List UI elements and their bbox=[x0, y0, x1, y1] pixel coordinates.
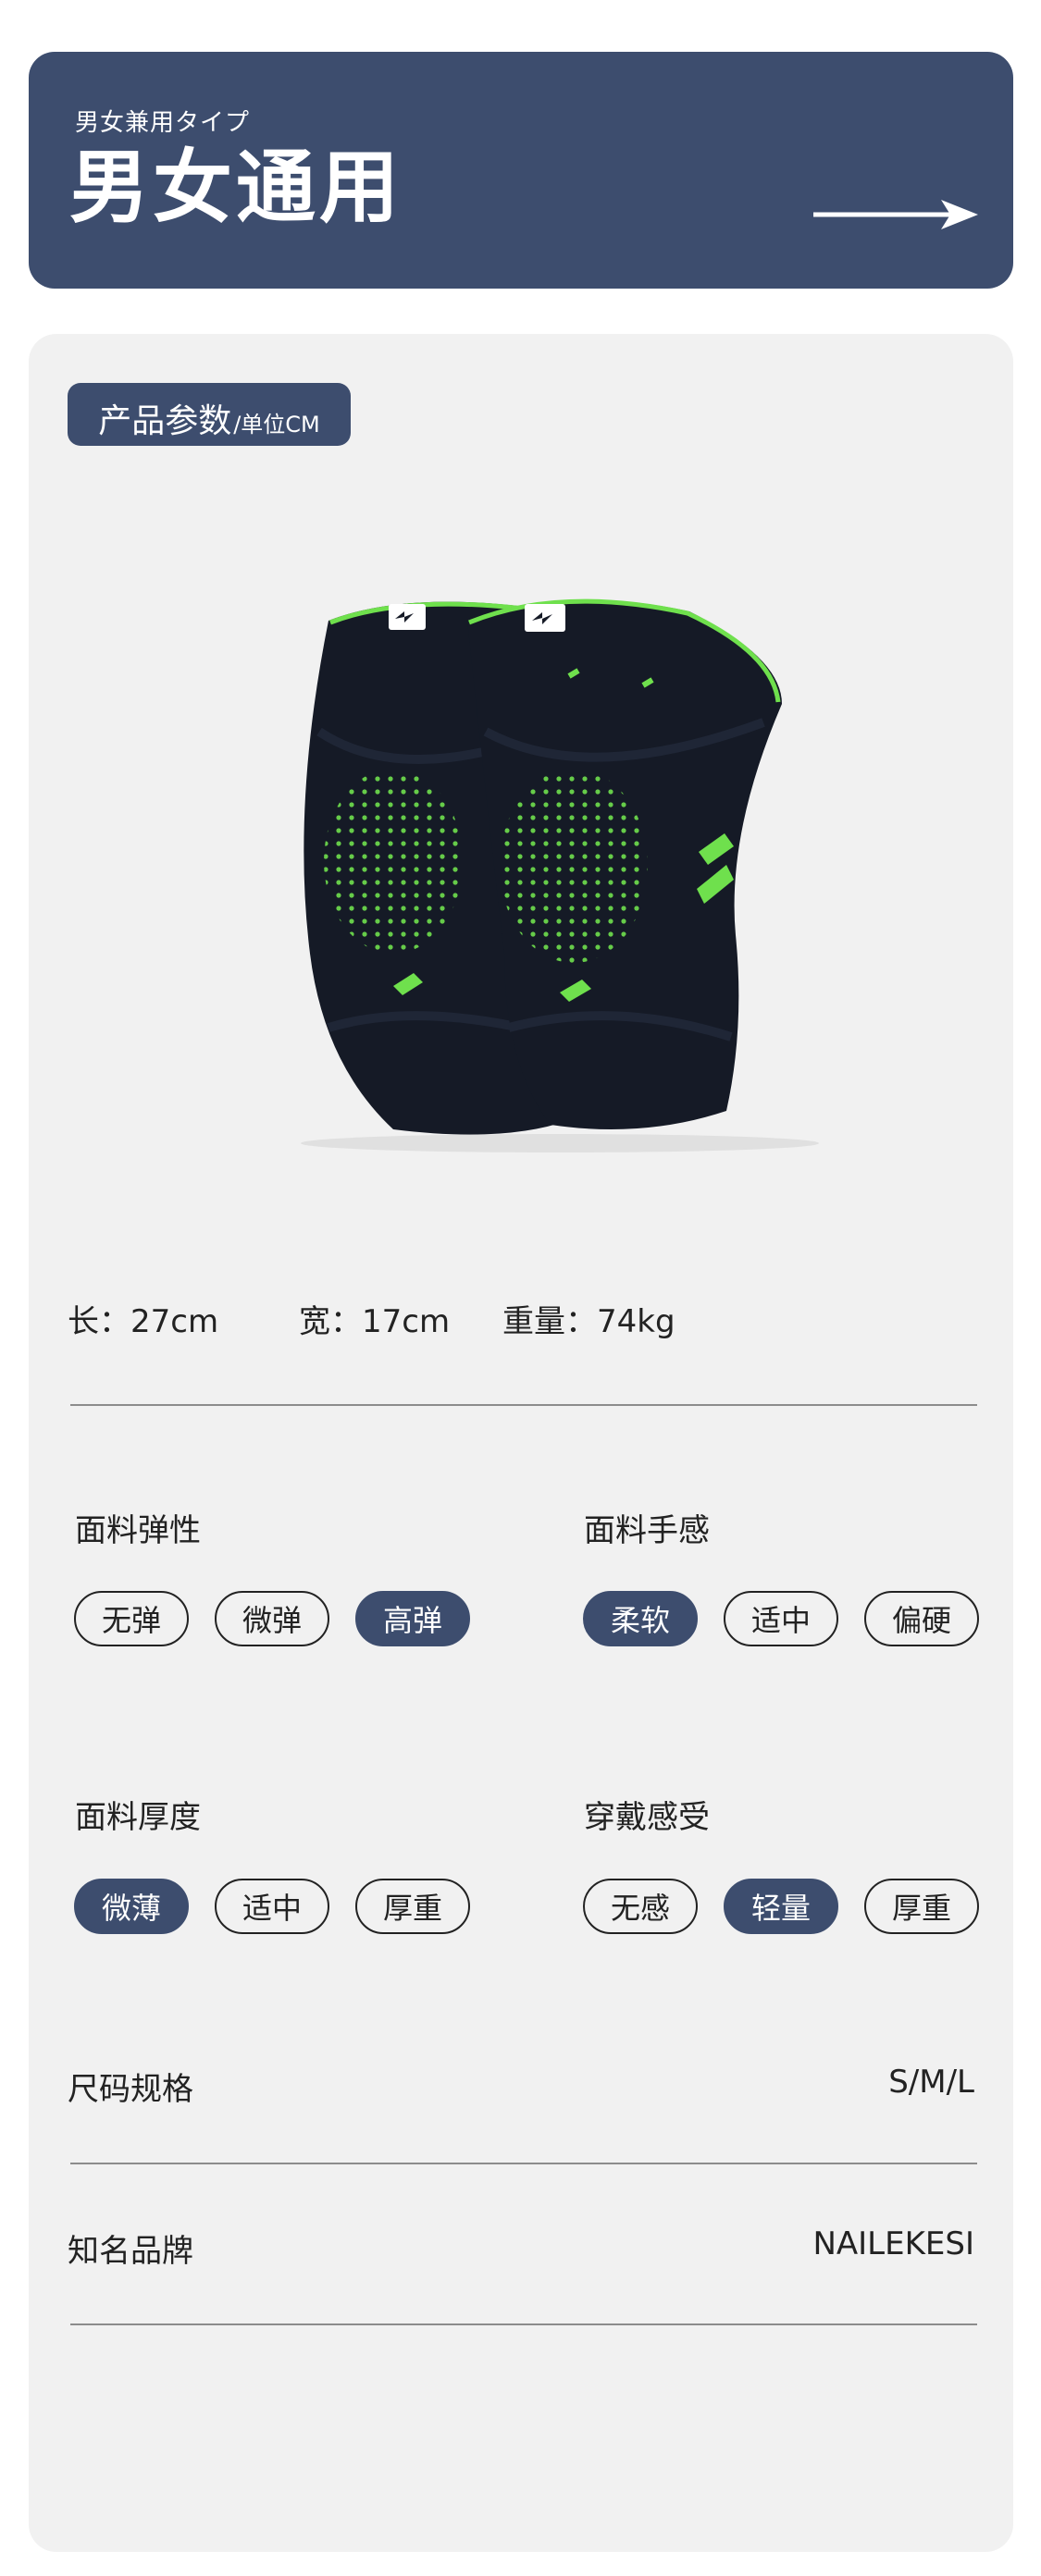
attr-title-wearing: 穿戴感受 bbox=[584, 1799, 710, 1836]
params-heading: 产品参数 /单位CM bbox=[68, 383, 351, 446]
spec-value-size: S/M/L bbox=[888, 2064, 974, 2101]
divider bbox=[70, 1404, 977, 1406]
banner-subtitle: 男女兼用タイプ bbox=[75, 109, 251, 137]
attr-title-feel: 面料手感 bbox=[584, 1512, 710, 1549]
chip-elasticity-none: 无弹 bbox=[74, 1591, 189, 1646]
chip-thickness-heavy: 厚重 bbox=[355, 1879, 470, 1934]
knee-brace-image bbox=[301, 598, 819, 1152]
dimensions-row: 长：27cm 宽：17cm 重量：74kg bbox=[68, 1296, 974, 1342]
banner-title: 男女通用 bbox=[69, 142, 403, 234]
spec-label-brand: 知名品牌 bbox=[68, 2233, 193, 2270]
chip-feel-hard: 偏硬 bbox=[864, 1591, 979, 1646]
dimension-length: 长：27cm bbox=[68, 1303, 219, 1340]
chip-thickness-medium: 适中 bbox=[215, 1879, 329, 1934]
spec-value-brand: NAILEKESI bbox=[812, 2225, 974, 2262]
divider bbox=[70, 2163, 977, 2164]
chip-wearing-none: 无感 bbox=[583, 1879, 698, 1934]
chip-thickness-thin: 微薄 bbox=[74, 1879, 189, 1934]
product-params-card: 产品参数 /单位CM 长：27cm 宽：17cm 重量：74kg 面料弹性 无弹… bbox=[29, 334, 1013, 2552]
chip-elasticity-high: 高弹 bbox=[355, 1591, 470, 1646]
attr-title-thickness: 面料厚度 bbox=[75, 1799, 201, 1836]
chip-elasticity-slight: 微弹 bbox=[215, 1591, 329, 1646]
params-heading-unit: /单位CM bbox=[233, 412, 320, 438]
chip-feel-medium: 适中 bbox=[724, 1591, 838, 1646]
dimension-weight: 重量：74kg bbox=[502, 1303, 675, 1340]
chip-wearing-heavy: 厚重 bbox=[864, 1879, 979, 1934]
spec-label-size: 尺码规格 bbox=[68, 2071, 193, 2108]
dimension-width: 宽：17cm bbox=[299, 1303, 451, 1340]
header-banner: 男女兼用タイプ 男女通用 bbox=[29, 52, 1013, 289]
chip-feel-soft: 柔软 bbox=[583, 1591, 698, 1646]
arrow-right-icon bbox=[813, 200, 978, 229]
chip-wearing-light: 轻量 bbox=[724, 1879, 838, 1934]
params-heading-main: 产品参数 bbox=[98, 402, 232, 440]
divider bbox=[70, 2323, 977, 2325]
attr-title-elasticity: 面料弹性 bbox=[75, 1512, 201, 1549]
